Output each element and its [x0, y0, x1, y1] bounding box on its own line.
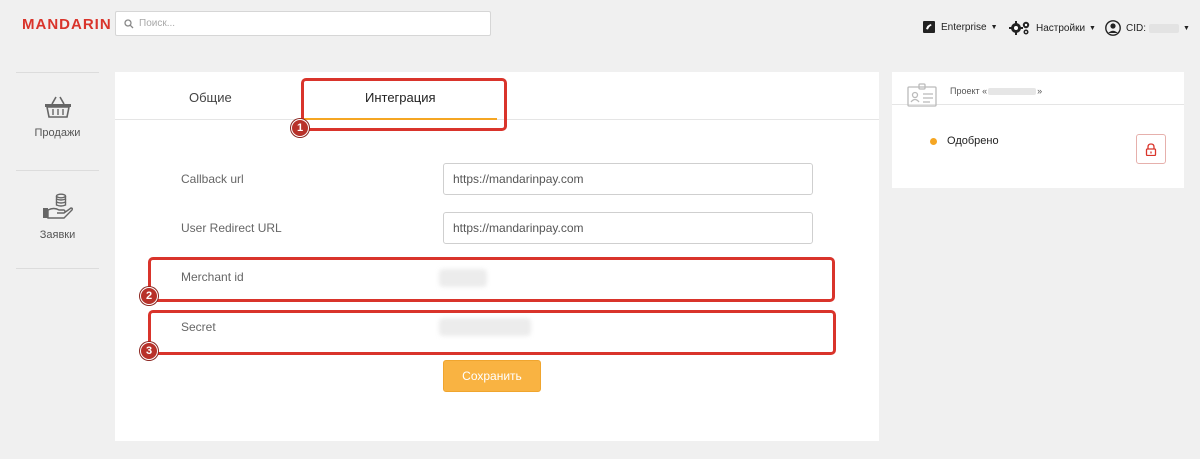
- search-icon: [124, 18, 134, 28]
- settings-menu[interactable]: Настройки ▼: [1009, 20, 1096, 36]
- enterprise-menu[interactable]: Enterprise ▼: [922, 20, 998, 34]
- redirect-url-input[interactable]: [443, 212, 813, 244]
- project-name: Проект « »: [950, 86, 1042, 96]
- gears-icon: [1009, 21, 1030, 35]
- search-input[interactable]: [139, 18, 469, 29]
- save-button[interactable]: Сохранить: [443, 360, 541, 392]
- caret-down-icon: ▼: [990, 23, 998, 31]
- caret-down-icon: ▼: [1183, 24, 1190, 32]
- coins-hand-icon: [42, 193, 73, 219]
- account-menu[interactable]: CID: ▼: [1105, 20, 1190, 36]
- callback-url-input[interactable]: [443, 163, 813, 195]
- annotation-badge-2: 2: [140, 287, 158, 305]
- annotation-badge-1: 1: [291, 119, 309, 137]
- lock-button[interactable]: [1136, 134, 1166, 164]
- sidebar-divider: [16, 170, 99, 171]
- sidebar-item-label: Заявки: [39, 229, 76, 241]
- project-card: Проект « » Одобрено: [892, 72, 1184, 188]
- tab-general[interactable]: Общие: [189, 90, 232, 105]
- phone-book-icon: [923, 21, 935, 33]
- cid-value-redacted: [1149, 23, 1179, 33]
- settings-label: Настройки: [1036, 22, 1086, 34]
- status-dot-icon: [930, 138, 937, 145]
- user-icon: [1105, 20, 1121, 36]
- search-bar[interactable]: [115, 11, 491, 36]
- sidebar-divider: [16, 72, 99, 73]
- sidebar-item-label: Продажи: [34, 127, 81, 139]
- status-badge: Одобрено: [947, 135, 999, 147]
- project-name-redacted: [988, 87, 1037, 95]
- app-logo[interactable]: MANDARIN: [22, 16, 112, 33]
- enterprise-label: Enterprise: [941, 21, 987, 33]
- annotation-box-2: [148, 257, 835, 302]
- lock-icon: [1145, 142, 1157, 156]
- annotation-box-1: [301, 78, 507, 131]
- cid-label: CID:: [1126, 22, 1146, 34]
- basket-icon: [44, 96, 71, 118]
- id-card-icon: [907, 83, 937, 107]
- annotation-box-3: [148, 310, 836, 355]
- redirect-url-label: User Redirect URL: [181, 221, 282, 235]
- annotation-badge-3: 3: [140, 342, 158, 360]
- sidebar-item-requests[interactable]: Заявки: [16, 193, 99, 241]
- caret-down-icon: ▼: [1089, 24, 1096, 32]
- callback-url-label: Callback url: [181, 172, 244, 186]
- sidebar-item-sales[interactable]: Продажи: [16, 95, 99, 139]
- project-suffix: »: [1037, 86, 1043, 96]
- sidebar-divider: [16, 268, 99, 269]
- project-prefix: Проект «: [950, 86, 988, 96]
